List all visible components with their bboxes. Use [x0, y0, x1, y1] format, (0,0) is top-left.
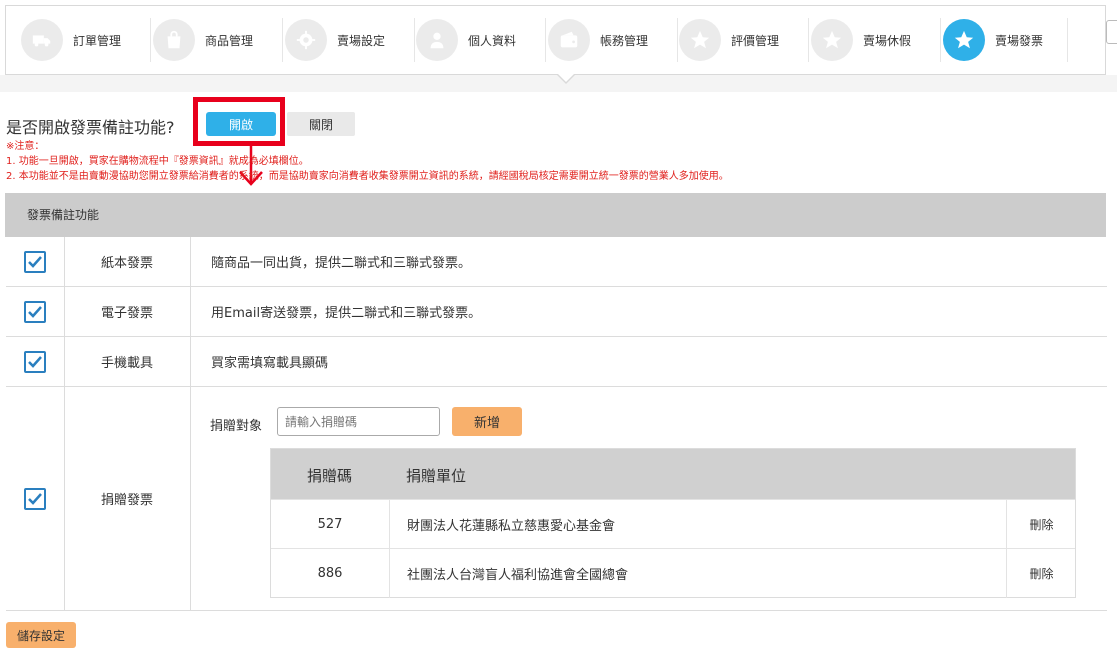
- tab-store-settings[interactable]: 賣場設定: [285, 14, 415, 66]
- row-name: 捐贈發票: [64, 387, 191, 610]
- column-header-code: 捐贈碼: [307, 467, 353, 485]
- donate-list-header: 捐贈碼 捐贈單位: [271, 449, 1075, 499]
- row-name: 電子發票: [64, 287, 191, 336]
- paper-invoice-checkbox[interactable]: [24, 250, 46, 273]
- tab-label: 賣場休假: [863, 33, 912, 48]
- star-icon: [811, 19, 853, 61]
- star-icon: [679, 19, 721, 61]
- tab-label: 個人資料: [468, 33, 517, 48]
- tab-accounting[interactable]: 帳務管理: [548, 14, 678, 66]
- donate-invoice-checkbox[interactable]: [24, 487, 46, 510]
- delete-link[interactable]: 刪除: [1006, 549, 1076, 598]
- truck-icon: [21, 19, 63, 61]
- row-description: 隨商品一同出貨，提供二聯式和三聯式發票。: [211, 256, 472, 271]
- table-row: 527 財團法人花蓮縣私立慈惠愛心基金會 刪除: [271, 499, 1075, 549]
- table-row: 紙本發票 隨商品一同出貨，提供二聯式和三聯式發票。: [6, 237, 1107, 287]
- tab-store-invoice[interactable]: 賣場發票: [943, 14, 1068, 66]
- invoice-note-table-header: 發票備註功能: [5, 193, 1106, 237]
- table-row: 手機載具 買家需填寫載具顯碼: [6, 337, 1107, 387]
- donate-unit: 財團法人花蓮縣私立慈惠愛心基金會: [407, 519, 616, 534]
- donate-unit: 社團法人台灣盲人福利協進會全國總會: [407, 568, 629, 583]
- wallet-icon: [548, 19, 590, 61]
- tab-label: 訂單管理: [73, 33, 122, 48]
- main-tab-bar: 訂單管理 商品管理 賣場設定 個人資料 帳務管理 評價管理 賣場休假 賣場發票: [5, 5, 1106, 75]
- user-icon: [416, 19, 458, 61]
- row-name: 紙本發票: [64, 237, 191, 286]
- donate-target-label: 捐贈對象: [210, 419, 263, 434]
- tab-store-vacation[interactable]: 賣場休假: [811, 14, 941, 66]
- add-donate-button[interactable]: 新增: [452, 407, 522, 436]
- mobile-carrier-checkbox[interactable]: [24, 350, 46, 373]
- notice-line-1: 1. 功能一旦開啟，買家在購物流程中『發票資訊』就成為必填欄位。: [6, 156, 309, 167]
- notice-title: ※注意：: [6, 141, 45, 152]
- tab-label: 帳務管理: [600, 33, 649, 48]
- notice-line-2: 2. 本功能並不是由賣動漫協助您開立發票給消費者的系統，而是協助賣家向消費者收集…: [6, 171, 729, 182]
- column-header-unit: 捐贈單位: [406, 467, 467, 485]
- row-description: 用Email寄送發票，提供二聯式和三聯式發票。: [211, 306, 482, 321]
- tab-label: 賣場發票: [995, 33, 1044, 48]
- tab-orders[interactable]: 訂單管理: [21, 14, 151, 66]
- notice-text: ※注意： 1. 功能一旦開啟，買家在購物流程中『發票資訊』就成為必填欄位。 2.…: [6, 139, 729, 184]
- active-tab-pointer: [556, 73, 576, 84]
- tab-label: 評價管理: [731, 33, 780, 48]
- tab-profile[interactable]: 個人資料: [416, 14, 546, 66]
- star-icon: [943, 19, 985, 61]
- scrollbar-handle[interactable]: [1106, 20, 1117, 44]
- invoice-note-question: 是否開啟發票備註功能?: [6, 118, 175, 137]
- tab-label: 商品管理: [205, 33, 254, 48]
- delete-link[interactable]: 刪除: [1006, 500, 1076, 549]
- bag-icon: [153, 19, 195, 61]
- disable-button[interactable]: 關閉: [287, 112, 355, 136]
- donate-code: 886: [271, 549, 390, 598]
- gear-icon: [285, 19, 327, 61]
- save-settings-button[interactable]: 儲存設定: [6, 622, 76, 648]
- table-row: 886 社團法人台灣盲人福利協進會全國總會 刪除: [271, 548, 1075, 598]
- donate-code: 527: [271, 500, 390, 549]
- tab-label: 賣場設定: [337, 33, 386, 48]
- donate-list-table: 捐贈碼 捐贈單位 527 財團法人花蓮縣私立慈惠愛心基金會 刪除 886 社團法…: [270, 448, 1076, 598]
- tab-reviews[interactable]: 評價管理: [679, 14, 809, 66]
- donate-code-input[interactable]: [277, 407, 440, 436]
- row-description: 買家需填寫載具顯碼: [211, 356, 329, 371]
- row-name: 手機載具: [64, 337, 191, 386]
- tab-products[interactable]: 商品管理: [153, 14, 283, 66]
- table-row: 電子發票 用Email寄送發票，提供二聯式和三聯式發票。: [6, 287, 1107, 337]
- e-invoice-checkbox[interactable]: [24, 300, 46, 323]
